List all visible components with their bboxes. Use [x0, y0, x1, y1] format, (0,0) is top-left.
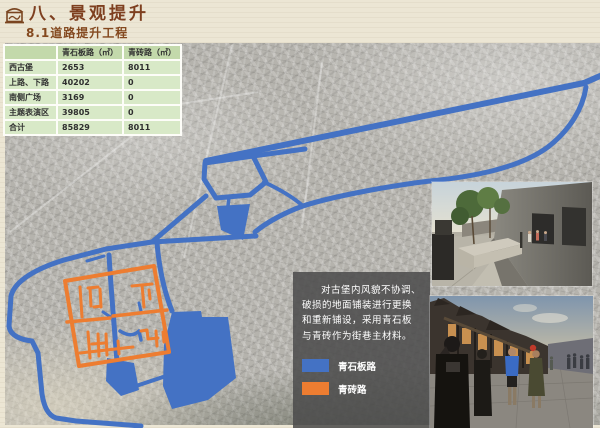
- row-label: 主题表演区: [4, 105, 57, 120]
- stone-value: 39805: [57, 105, 123, 120]
- table-row: 西古堡 2653 8011: [4, 60, 181, 75]
- area-table: 青石板路（㎡） 青砖路（㎡） 西古堡 2653 8011 上路、下路 40202…: [3, 44, 182, 136]
- table-row: 主题表演区 39805 0: [4, 105, 181, 120]
- legend-label: 青石板路: [338, 359, 376, 373]
- legend-label: 青砖路: [338, 382, 367, 396]
- brick-value: 8011: [123, 60, 181, 75]
- legend-swatch-blue: [302, 359, 329, 372]
- table-row: 南侧广场 3169 0: [4, 90, 181, 105]
- brick-value: 0: [123, 75, 181, 90]
- table-header-row: 青石板路（㎡） 青砖路（㎡）: [4, 45, 181, 60]
- row-label: 西古堡: [4, 60, 57, 75]
- stone-value: 3169: [57, 90, 123, 105]
- row-label: 上路、下路: [4, 75, 57, 90]
- header: 八、景观提升: [4, 3, 149, 25]
- legend-swatch-orange: [302, 382, 329, 395]
- row-label: 合计: [4, 120, 57, 135]
- row-label: 南侧广场: [4, 90, 57, 105]
- legend-item-brick-road: 青砖路: [302, 382, 421, 396]
- photo-renovated-street: [432, 182, 592, 286]
- header-cell-stone: 青石板路（㎡）: [57, 45, 123, 60]
- brick-value: 0: [123, 90, 181, 105]
- stone-value: 85829: [57, 120, 123, 135]
- legend-item-stone-road: 青石板路: [302, 359, 421, 373]
- page-subtitle: 8.1道路提升工程: [26, 24, 128, 41]
- table-row: 上路、下路 40202 0: [4, 75, 181, 90]
- page-title: 八、景观提升: [29, 3, 149, 25]
- brick-value: 0: [123, 105, 181, 120]
- photo-renovated-street-image: [432, 182, 592, 286]
- header-cell-blank: [4, 45, 57, 60]
- slide: 八、景观提升 8.1道路提升工程 青石板路（㎡） 青砖路（㎡） 西古堡 2653…: [0, 0, 600, 428]
- description-text: 对古堡内风貌不协调、破损的地面铺装进行更换和重新铺设，采用青石板与青砖作为街巷主…: [302, 283, 421, 344]
- photo-evening-street-image: [430, 296, 593, 428]
- brick-value: 8011: [123, 120, 181, 135]
- description-box: 对古堡内风貌不协调、破损的地面铺装进行更换和重新铺设，采用青石板与青砖作为街巷主…: [293, 272, 430, 428]
- table-total-row: 合计 85829 8011: [4, 120, 181, 135]
- header-cell-brick: 青砖路（㎡）: [123, 45, 181, 60]
- photo-evening-street: [430, 296, 593, 428]
- pavilion-seal-icon: [4, 5, 25, 25]
- stone-value: 2653: [57, 60, 123, 75]
- stone-value: 40202: [57, 75, 123, 90]
- map-legend: 青石板路 青砖路: [302, 359, 421, 396]
